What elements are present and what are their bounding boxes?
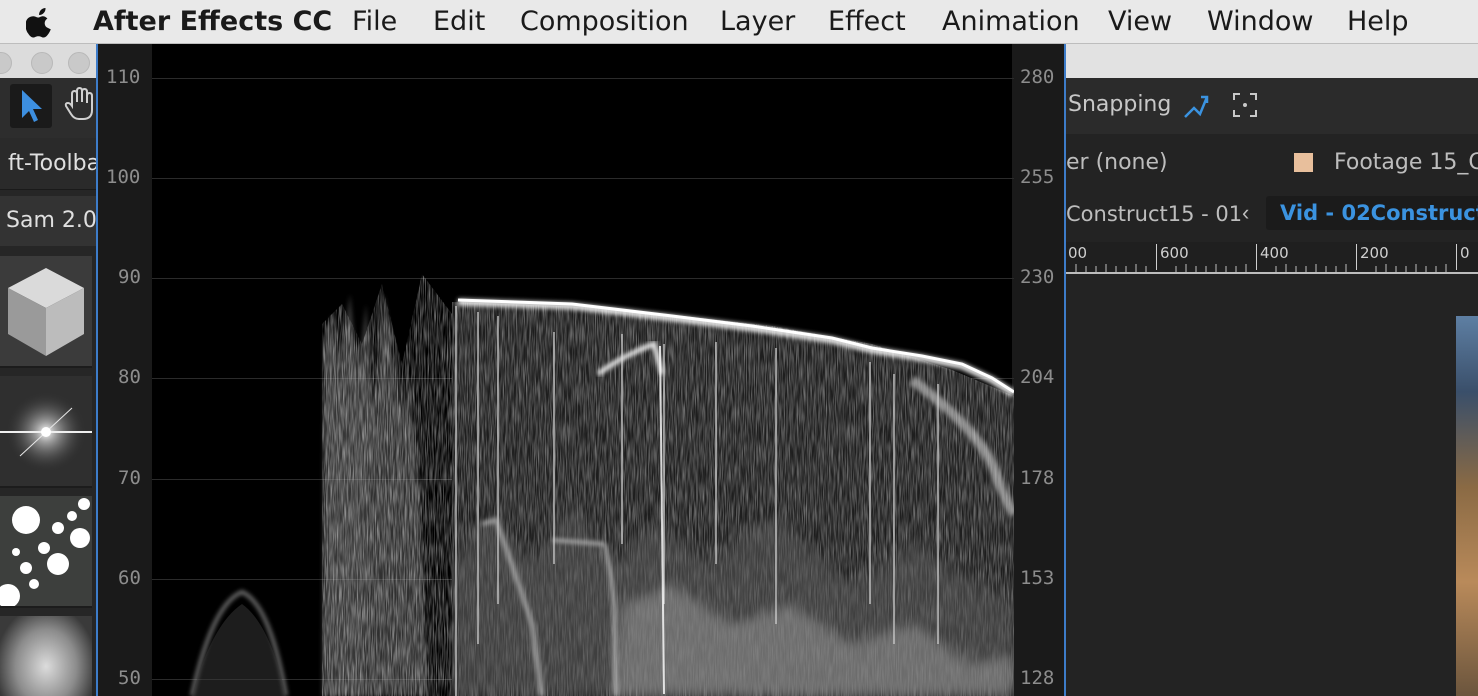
window-titlebar-strip: [1066, 44, 1478, 78]
minimize-window-button[interactable]: [31, 52, 53, 74]
bokeh-dots-thumbnail[interactable]: [0, 496, 92, 608]
chevron-left-icon[interactable]: ‹: [1242, 200, 1249, 226]
hand-tool-button[interactable]: [64, 86, 96, 122]
menu-composition[interactable]: Composition: [520, 0, 689, 44]
footage-color-swatch: [1294, 153, 1313, 172]
zoom-window-button[interactable]: [68, 52, 90, 74]
scale-tick-left: 60: [118, 567, 141, 589]
cube-icon: [0, 256, 92, 366]
scale-tick-right: 178: [1020, 467, 1055, 489]
scale-tick-left: 50: [118, 667, 141, 689]
waveform-trace: [190, 274, 1014, 696]
scale-tick-right: 128: [1020, 667, 1055, 689]
selection-tool-button[interactable]: [10, 84, 52, 128]
scale-tick-right: 255: [1020, 166, 1055, 188]
apple-logo-icon[interactable]: [26, 6, 54, 38]
menu-view[interactable]: View: [1108, 0, 1172, 44]
scale-tick-right: 153: [1020, 567, 1055, 589]
waveform-scope: 110 100 90 80 70 60 50 280 255 230 204 1…: [96, 44, 1066, 696]
scale-tick-left: 90: [118, 266, 141, 288]
scale-tick-right: 280: [1020, 66, 1055, 88]
bokeh-dots-icon: [0, 496, 92, 606]
lens-flare-thumbnail[interactable]: [0, 376, 92, 488]
toolbar-panel-tab[interactable]: ft-Toolba: [0, 138, 96, 190]
window-controls: [0, 44, 96, 78]
right-panel: Snapping er (none) Footage 15_Co Constru…: [1066, 44, 1478, 696]
composition-breadcrumb-prev[interactable]: Construct15 - 01: [1066, 202, 1242, 226]
menu-effect[interactable]: Effect: [828, 0, 906, 44]
scale-tick-left: 80: [118, 366, 141, 388]
composition-breadcrumb-current[interactable]: Vid - 02Construct15: [1266, 196, 1478, 230]
scale-tick-left: 70: [118, 467, 141, 489]
scale-tick-left: 100: [106, 166, 141, 188]
selection-arrow-icon: [22, 90, 42, 122]
layer-name-label: er (none): [1066, 150, 1168, 175]
menu-animation[interactable]: Animation: [942, 0, 1080, 44]
ruler-minor-ticks: [1075, 264, 1447, 272]
hand-icon: [64, 86, 93, 120]
composition-preview-edge: [1456, 316, 1478, 696]
scale-tick-right: 230: [1020, 266, 1055, 288]
cube-thumbnail[interactable]: [0, 256, 92, 368]
snapping-label[interactable]: Snapping: [1068, 92, 1171, 117]
menu-window[interactable]: Window: [1207, 0, 1313, 44]
lens-flare-icon: [0, 376, 92, 486]
left-panel: ft-Toolba Sam 2.0: [0, 44, 96, 696]
soft-glow-icon: [0, 616, 92, 696]
soft-glow-thumbnail[interactable]: [0, 616, 92, 696]
footage-tab-label[interactable]: Footage 15_Co: [1334, 150, 1478, 175]
snapping-icon[interactable]: [1182, 92, 1210, 120]
preset-panel-tab[interactable]: Sam 2.0: [0, 196, 96, 246]
menu-app-name[interactable]: After Effects CC: [93, 0, 332, 44]
menu-edit[interactable]: Edit: [433, 0, 485, 44]
fit-frame-icon[interactable]: [1232, 92, 1258, 118]
menu-file[interactable]: File: [352, 0, 397, 44]
scale-tick-left: 110: [106, 66, 141, 88]
menu-help[interactable]: Help: [1347, 0, 1409, 44]
menu-layer[interactable]: Layer: [720, 0, 795, 44]
close-window-button[interactable]: [0, 52, 12, 74]
timeline-ruler[interactable]: 00 600 400 200 0: [1066, 242, 1478, 274]
scale-tick-right: 204: [1020, 366, 1055, 388]
menu-bar: After Effects CC File Edit Composition L…: [0, 0, 1478, 44]
